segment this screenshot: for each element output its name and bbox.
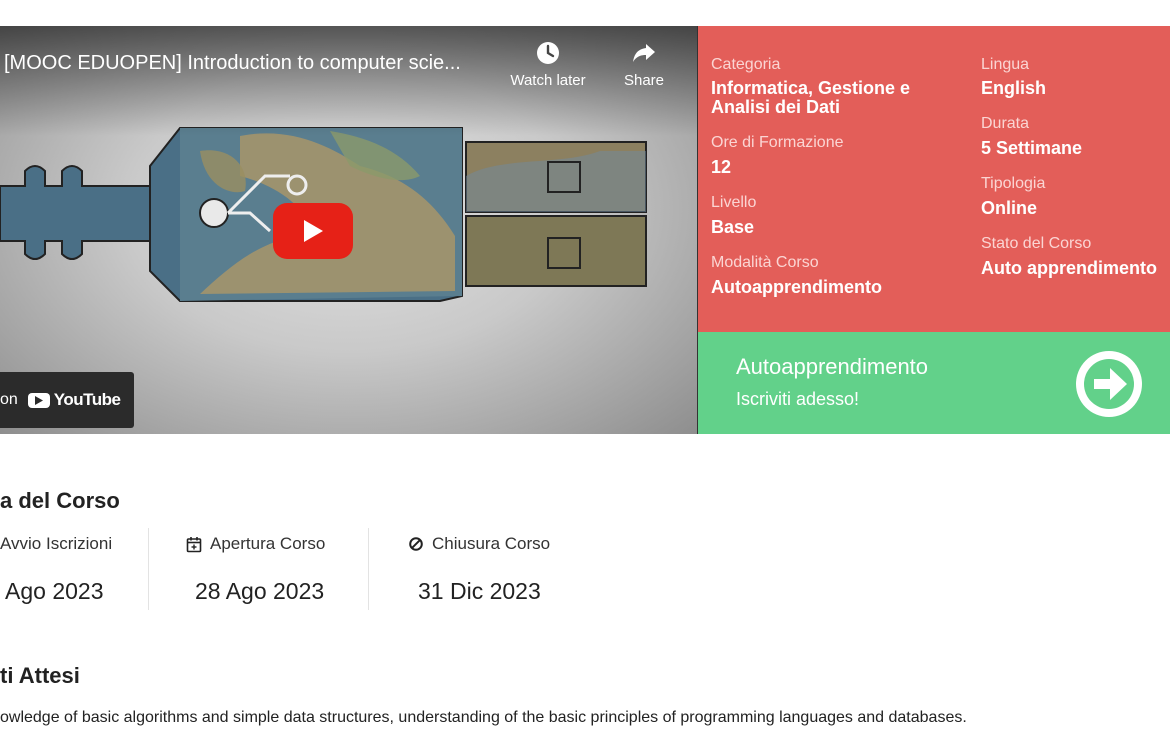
youtube-play-icon (27, 392, 50, 408)
arrow-right-circle-icon (1076, 351, 1142, 417)
course-info-panel: Categoria Informatica, Gestione e Analis… (698, 26, 1170, 332)
stato-corso-label: Stato del Corso (981, 235, 1092, 252)
share-label: Share (623, 72, 665, 89)
chiusura-corso-label: Chiusura Corso (432, 534, 551, 553)
categoria-value: Informatica, Gestione e Analisi dei Dati (711, 78, 911, 117)
share-icon (633, 44, 655, 62)
calendar-plus-icon (186, 536, 202, 552)
video-top-gradient (0, 26, 697, 136)
ban-icon (409, 537, 423, 551)
play-icon (304, 220, 323, 242)
avvio-iscrizioni-date: Ago 2023 (5, 578, 104, 604)
share-button[interactable]: Share (604, 40, 684, 89)
watch-later-button[interactable]: Watch later (508, 40, 588, 89)
tipologia-label: Tipologia (981, 175, 1046, 192)
watch-on-youtube-button[interactable]: on YouTube (0, 372, 134, 428)
enroll-button[interactable]: Autoapprendimento Iscriviti adesso! (698, 332, 1170, 434)
livello-label: Livello (711, 194, 757, 211)
outcomes-text: owledge of basic algorithms and simple d… (0, 709, 967, 726)
avvio-iscrizioni-label: Avvio Iscrizioni (0, 534, 113, 553)
durata-label: Durata (981, 115, 1030, 132)
modalita-value: Autoapprendimento (711, 277, 882, 297)
apertura-corso-label: Apertura Corso (210, 534, 326, 553)
chiusura-corso-heading: Chiusura Corso (408, 534, 550, 554)
ore-formazione-label: Ore di Formazione (711, 134, 844, 151)
video-title[interactable]: [MOOC EDUOPEN] Introduction to computer … (4, 52, 461, 75)
date-separator (368, 528, 369, 610)
youtube-logo: YouTube (27, 390, 121, 410)
durata-value: 5 Settimane (981, 138, 1083, 158)
calendar-section-title: a del Corso (0, 488, 120, 513)
video-player[interactable]: [MOOC EDUOPEN] Introduction to computer … (0, 26, 697, 434)
categoria-label: Categoria (711, 56, 781, 73)
play-button[interactable] (273, 203, 353, 259)
enroll-title: Autoapprendimento (736, 354, 929, 379)
lingua-value: English (981, 78, 1047, 98)
youtube-wordmark: YouTube (53, 390, 121, 409)
modalita-label: Modalità Corso (711, 254, 819, 271)
tipologia-value: Online (981, 198, 1038, 218)
ore-formazione-value: 12 (711, 157, 732, 177)
outcomes-section-title: ti Attesi (0, 663, 80, 688)
watch-on-label: on (0, 391, 18, 408)
stato-corso-value: Auto apprendimento (981, 258, 1157, 278)
apertura-corso-heading: Apertura Corso (186, 534, 325, 554)
clock-icon (537, 42, 559, 64)
lingua-label: Lingua (981, 56, 1030, 73)
enroll-subtitle: Iscriviti adesso! (736, 389, 860, 409)
chiusura-corso-date: 31 Dic 2023 (418, 578, 541, 604)
livello-value: Base (711, 217, 755, 237)
apertura-corso-date: 28 Ago 2023 (195, 578, 325, 604)
watch-later-label: Watch later (510, 72, 586, 89)
date-separator (148, 528, 149, 610)
